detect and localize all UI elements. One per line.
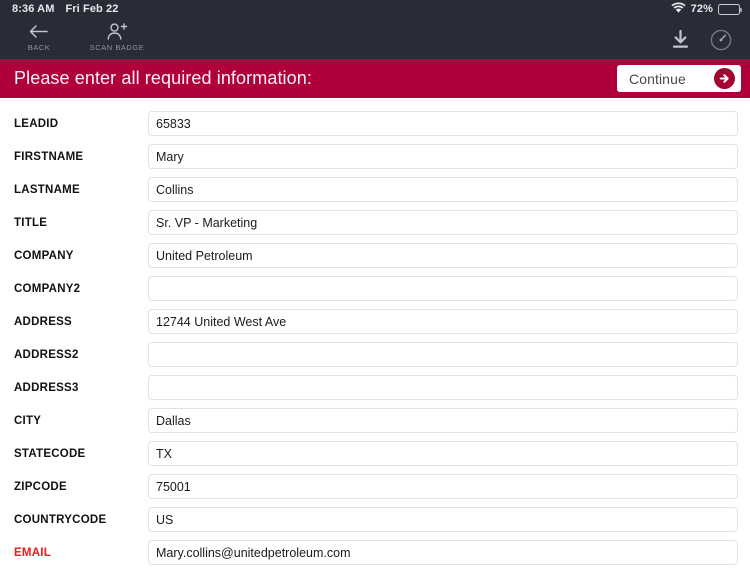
field-input-lastname[interactable]: Collins — [148, 177, 738, 202]
lead-form: LEADID 65833 FIRSTNAME Mary LASTNAME Collins T… — [0, 98, 750, 569]
field-label-address: ADDRESS — [14, 315, 72, 328]
field-input-address2[interactable] — [148, 342, 738, 367]
status-bar-left: 8:36 AM Fri Feb 22 — [12, 3, 118, 15]
field-value: 12744 United West Ave — [156, 314, 287, 329]
field-value: Mary — [156, 149, 184, 164]
arrow-left-icon — [29, 22, 49, 41]
form-row: ZIPCODE 75001 — [0, 470, 750, 503]
form-row: COUNTRYCODE US — [0, 503, 750, 536]
field-input-address[interactable]: 12744 United West Ave — [148, 309, 738, 334]
form-row: TITLE Sr. VP - Marketing — [0, 206, 750, 239]
form-row: EMAIL Mary.collins@unitedpetroleum.com — [0, 536, 750, 569]
field-label-statecode: STATECODE — [14, 447, 86, 460]
banner-title: Please enter all required information: — [14, 68, 312, 88]
scan-badge-button[interactable]: SCAN BADGE — [78, 19, 156, 52]
form-row: LEADID 65833 — [0, 107, 750, 140]
scan-badge-button-label: SCAN BADGE — [89, 43, 145, 52]
back-button[interactable]: BACK — [0, 19, 78, 52]
field-label-leadid: LEADID — [14, 117, 59, 130]
status-time: 8:36 AM — [12, 3, 55, 15]
field-label-address2: ADDRESS2 — [14, 348, 79, 361]
toolbar-right-actions — [671, 19, 750, 60]
toolbar: BACK SCAN BADGE — [0, 18, 750, 59]
continue-button-label: Continue — [629, 70, 686, 87]
form-row: ADDRESS3 — [0, 371, 750, 404]
field-input-email[interactable]: Mary.collins@unitedpetroleum.com — [148, 540, 738, 565]
field-value: Dallas — [156, 413, 191, 428]
field-input-firstname[interactable]: Mary — [148, 144, 738, 169]
form-row: LASTNAME Collins — [0, 173, 750, 206]
field-label-company: COMPANY — [14, 249, 74, 262]
field-input-statecode[interactable]: TX — [148, 441, 738, 466]
spellcheck-error-text: unitedpetroleum — [233, 545, 324, 560]
arrow-right-circle-icon — [714, 68, 735, 89]
field-label-countrycode: COUNTRYCODE — [14, 513, 107, 526]
form-row: CITY Dallas — [0, 404, 750, 437]
field-input-city[interactable]: Dallas — [148, 408, 738, 433]
field-label-lastname: LASTNAME — [14, 183, 80, 196]
form-row: ADDRESS 12744 United West Ave — [0, 305, 750, 338]
field-value: Collins — [156, 182, 194, 197]
form-row: STATECODE TX — [0, 437, 750, 470]
field-label-email: EMAIL — [14, 546, 52, 559]
form-row: COMPANY2 — [0, 272, 750, 305]
battery-icon — [718, 3, 743, 15]
field-value: 75001 — [156, 479, 191, 494]
field-input-title[interactable]: Sr. VP - Marketing — [148, 210, 738, 235]
battery-percent: 72% — [690, 3, 713, 15]
field-label-firstname: FIRSTNAME — [14, 150, 84, 163]
field-value: United Petroleum — [156, 248, 253, 263]
wifi-icon — [671, 2, 686, 16]
form-row: ADDRESS2 — [0, 338, 750, 371]
status-date: Fri Feb 22 — [65, 3, 119, 15]
form-row: COMPANY United Petroleum — [0, 239, 750, 272]
gauge-icon[interactable] — [710, 29, 732, 51]
field-input-company2[interactable] — [148, 276, 738, 301]
field-label-address3: ADDRESS3 — [14, 381, 79, 394]
field-value: Sr. VP - Marketing — [156, 215, 258, 230]
field-label-company2: COMPANY2 — [14, 282, 81, 295]
field-value: TX — [156, 446, 172, 461]
field-input-countrycode[interactable]: US — [148, 507, 738, 532]
field-label-city: CITY — [14, 414, 42, 427]
status-bar-right: 72% — [671, 2, 743, 16]
continue-button[interactable]: Continue — [617, 65, 741, 92]
field-value: 65833 — [156, 116, 191, 131]
person-add-icon — [107, 22, 128, 41]
field-input-zipcode[interactable]: 75001 — [148, 474, 738, 499]
field-label-zipcode: ZIPCODE — [14, 480, 67, 493]
required-info-banner: Please enter all required information: C… — [0, 59, 750, 98]
download-icon[interactable] — [671, 29, 690, 50]
field-input-leadid[interactable]: 65833 — [148, 111, 738, 136]
field-label-title: TITLE — [14, 216, 48, 229]
field-value: Mary.collins@unitedpetroleum.com — [156, 545, 351, 560]
back-button-label: BACK — [27, 43, 51, 52]
field-input-company[interactable]: United Petroleum — [148, 243, 738, 268]
field-value: US — [156, 512, 174, 527]
status-bar: 8:36 AM Fri Feb 22 72% — [0, 0, 750, 18]
form-row: FIRSTNAME Mary — [0, 140, 750, 173]
field-input-address3[interactable] — [148, 375, 738, 400]
